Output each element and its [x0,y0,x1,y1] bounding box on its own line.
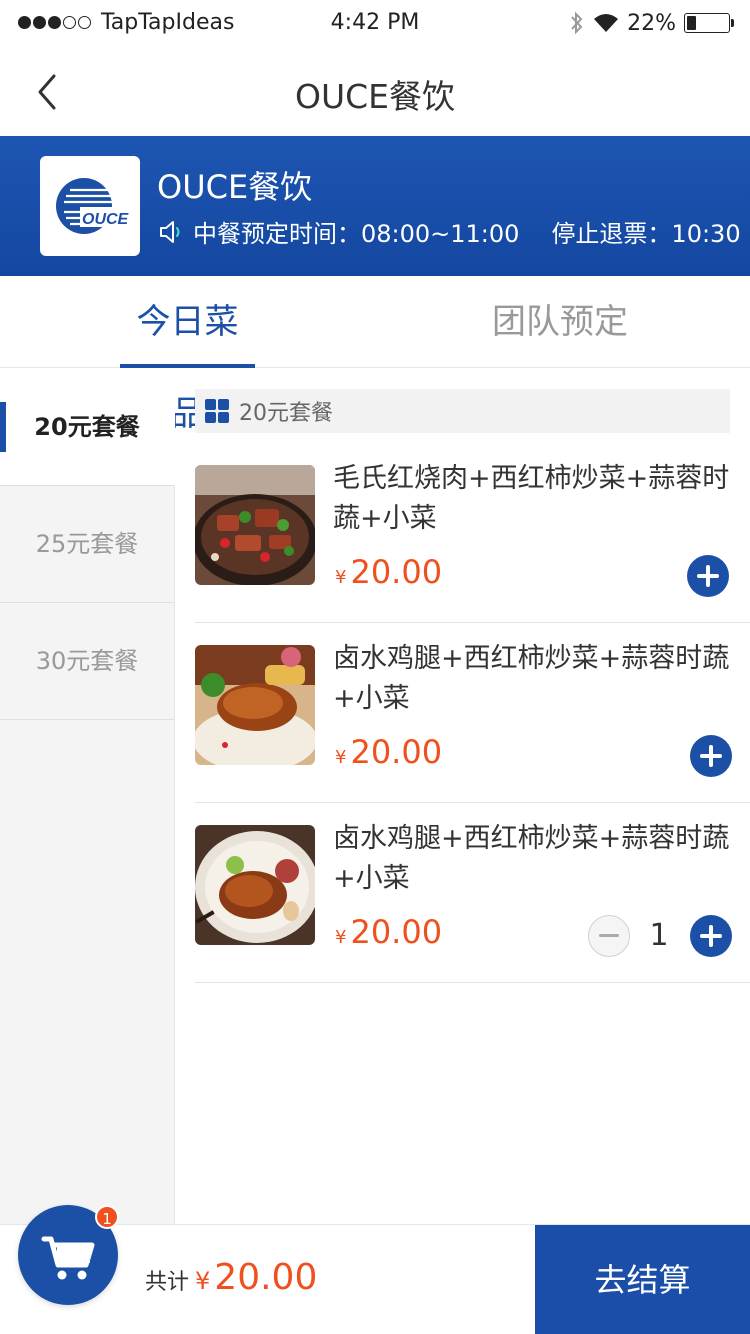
page-title: OUCE餐饮 [294,77,456,116]
shop-logo: OUCE [40,156,140,256]
active-indicator [0,402,6,452]
ouce-logo-icon: OUCE [56,178,132,234]
add-to-cart-button[interactable] [687,555,729,597]
price-value: 20.00 [350,733,443,771]
dish-price: ¥ 20.00 [335,733,442,771]
speaker-icon [160,220,180,243]
dish-name: 卤水鸡腿+西红柿炒菜+蒜蓉时蔬+小菜 [333,823,730,894]
tab-today-dishes[interactable]: 今日菜品 [120,276,255,434]
battery-icon [684,13,734,33]
tab-team-booking[interactable]: 团队预定 [480,276,640,368]
dish-price: ¥ 20.00 [335,553,442,591]
total-currency: ¥ [195,1267,211,1295]
status-indicators: 22% [569,10,734,36]
cart-total: 共计 ¥ 20.00 [145,1257,317,1298]
decrease-quantity-button[interactable] [588,915,630,957]
total-label: 共计 [145,1270,190,1295]
dish-photo-braised-chicken-bowl[interactable] [195,825,315,945]
dish-item: 毛氏红烧肉+西红柿炒菜+蒜蓉时蔬+小菜 ¥ 20.00 [195,443,750,623]
wifi-icon [594,14,619,32]
cart-count-badge: 1 [95,1205,119,1229]
tab-underline [120,364,255,368]
checkout-button[interactable]: 去结算 [535,1225,750,1334]
booking-time-text: 中餐预定时间：08:00~11:00 [193,220,520,248]
tab-label: 团队预定 [492,302,628,342]
price-value: 20.00 [350,913,443,951]
sidebar-item-30-set[interactable]: 30元套餐 [0,603,174,720]
add-to-cart-button[interactable] [690,735,732,777]
shop-name: OUCE餐饮 [157,168,313,206]
status-bar: TapTapIdeas 4:42 PM 22% [0,0,750,48]
sidebar-item-20-set[interactable]: 20元套餐 [0,369,175,486]
currency-symbol: ¥ [335,927,347,948]
dish-photo-braised-pork[interactable] [195,465,315,585]
section-title: 20元套餐 [239,401,333,426]
sidebar-item-label: 20元套餐 [34,413,140,441]
dish-item: 卤水鸡腿+西红柿炒菜+蒜蓉时蔬+小菜 ¥ 20.00 1 [195,803,750,983]
quantity-value: 1 [649,918,669,953]
dish-item: 卤水鸡腿+西红柿炒菜+蒜蓉时蔬+小菜 ¥ 20.00 [195,623,750,803]
section-header: 20元套餐 [195,389,730,433]
nav-bar: OUCE餐饮 [0,48,750,136]
dish-name: 毛氏红烧肉+西红柿炒菜+蒜蓉时蔬+小菜 [333,463,730,534]
total-amount: 20.00 [214,1257,318,1298]
add-to-cart-button[interactable] [690,915,732,957]
sidebar-item-25-set[interactable]: 25元套餐 [0,486,174,603]
price-value: 20.00 [350,553,443,591]
cart-bar: 1 共计 ¥ 20.00 去结算 [0,1205,750,1334]
dish-photo-braised-chicken-leg[interactable] [195,645,315,765]
battery-fill [687,16,696,30]
category-grid-icon [205,399,229,423]
svg-text:OUCE: OUCE [82,211,130,228]
bluetooth-icon [571,11,583,35]
shop-banner: OUCE OUCE餐饮 中餐预定时间：08:00~11:00 停止退票：10:3… [0,136,750,276]
sidebar-item-label: 30元套餐 [35,647,139,675]
shop-notice: 中餐预定时间：08:00~11:00 停止退票：10:30 [157,214,741,249]
refund-stop-text: 停止退票：10:30 [551,220,741,248]
dish-name: 卤水鸡腿+西红柿炒菜+蒜蓉时蔬+小菜 [333,643,730,714]
back-arrow-icon[interactable] [28,70,68,114]
battery-percent: 22% [627,10,676,36]
dish-price: ¥ 20.00 [335,913,442,951]
category-sidebar: 20元套餐 25元套餐 30元套餐 [0,369,175,1224]
currency-symbol: ¥ [335,567,347,588]
currency-symbol: ¥ [335,747,347,768]
tab-bar: 今日菜品 团队预定 [0,276,750,434]
sidebar-item-label: 25元套餐 [35,530,139,558]
